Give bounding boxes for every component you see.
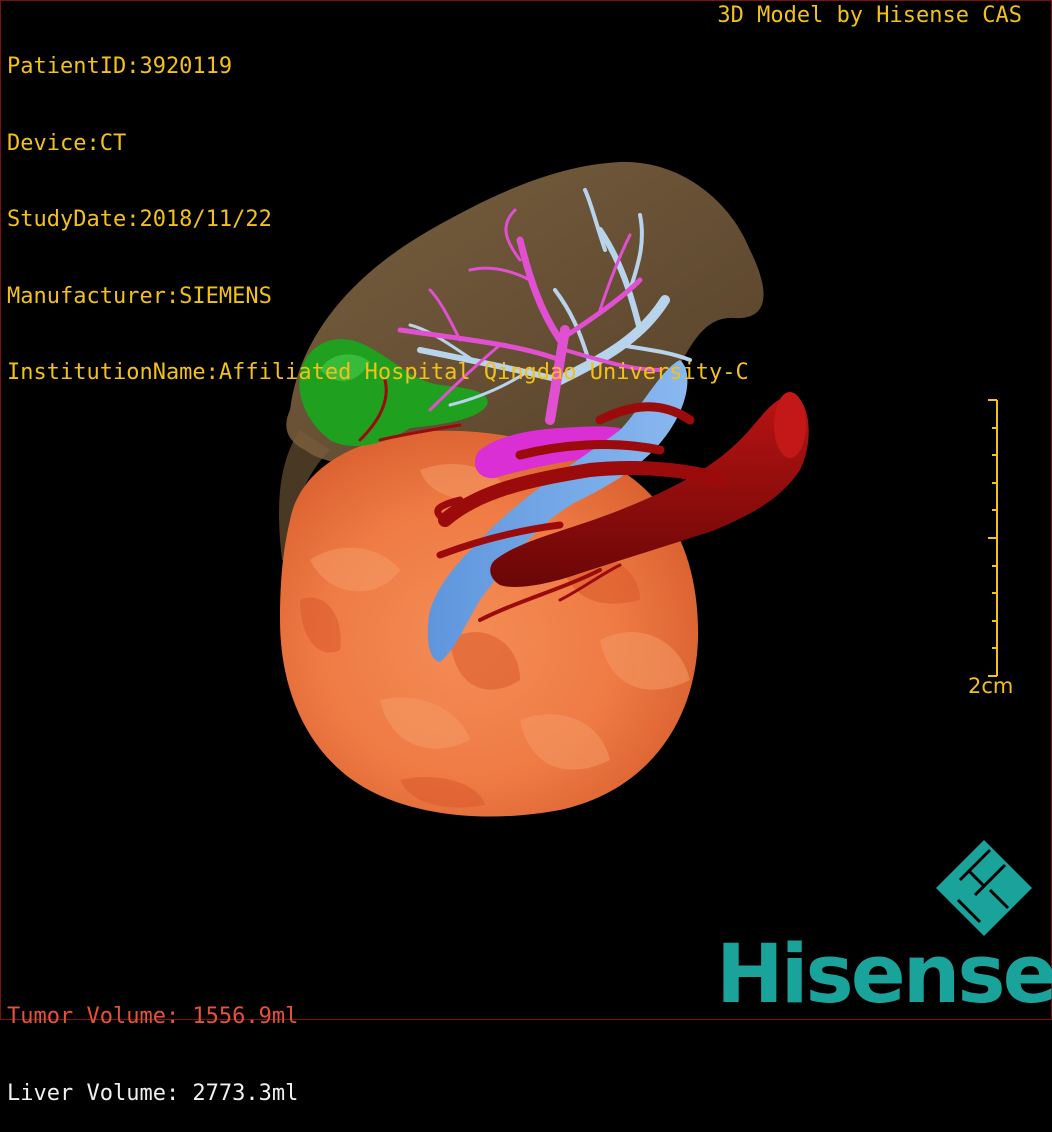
institution-text: InstitutionName:Affiliated Hospital Qing… (7, 360, 749, 385)
device-text: Device:CT (7, 130, 127, 156)
liver-volume-text: Liver Volume: 2773.3ml (7, 1080, 299, 1106)
study-date-text: StudyDate:2018/11/22 (7, 207, 272, 232)
model-credit-text: 3D Model by Hisense CAS (717, 3, 1022, 28)
tumor-volume-text: Tumor Volume: 1556.9ml (7, 1004, 299, 1029)
scale-bar-label: 2cm (968, 674, 1014, 698)
study-info-overlay: PatientID:3920119 Device:CT StudyDate:20… (7, 3, 749, 411)
patient-id-text: PatientID:3920119 (7, 54, 233, 79)
scale-bar (988, 399, 998, 677)
hisense-wordmark: Hisense (716, 928, 1052, 1022)
volume-readout: Tumor Volume: 1556.9ml Liver Volume: 277… (7, 953, 298, 1132)
hisense-logo-mark (936, 840, 1032, 936)
manufacturer-text: Manufacturer:SIEMENS (7, 283, 272, 309)
aorta-opening (774, 392, 806, 458)
